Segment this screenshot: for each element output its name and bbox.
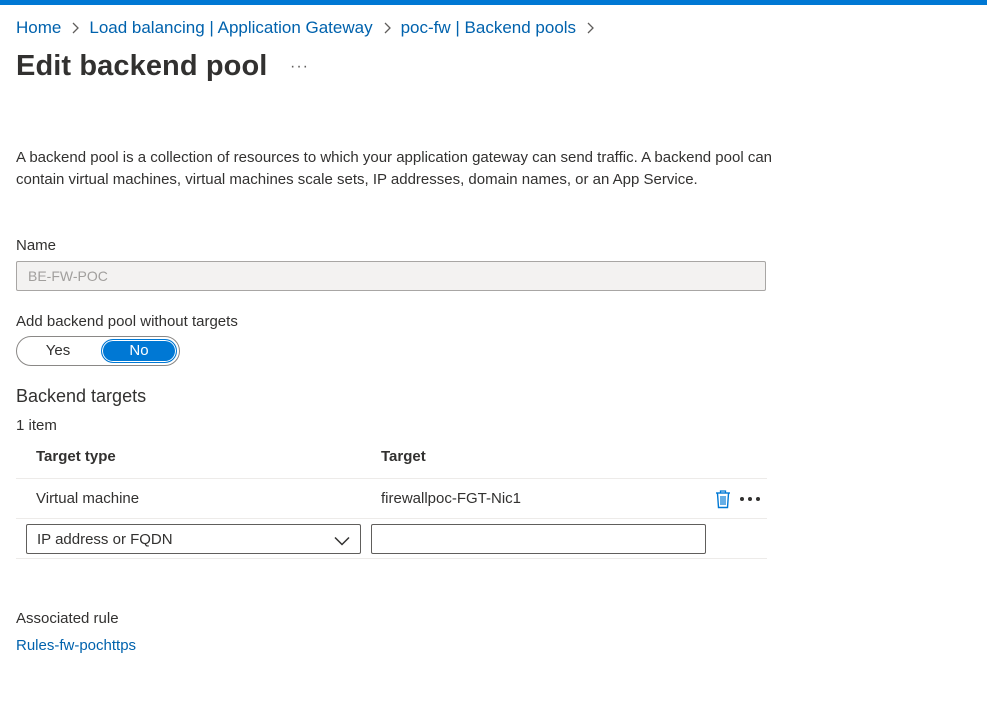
top-accent-bar [0, 0, 987, 5]
trash-icon[interactable] [714, 489, 732, 509]
toggle-no-option[interactable]: No [101, 339, 177, 363]
associated-rule-label: Associated rule [16, 610, 119, 627]
backend-targets-title: Backend targets [16, 386, 147, 406]
target-input[interactable] [371, 524, 706, 554]
breadcrumb-backend-pools[interactable]: poc-fw | Backend pools [401, 18, 576, 38]
breadcrumb: Home Load balancing | Application Gatewa… [16, 17, 604, 39]
page-title: Edit backend pool [16, 50, 268, 82]
chevron-right-icon [576, 18, 604, 38]
chevron-down-icon [334, 533, 350, 550]
column-header-target: Target [381, 448, 426, 465]
description-text: A backend pool is a collection of resour… [16, 149, 773, 188]
without-targets-toggle: Yes No [16, 336, 180, 366]
row-actions [714, 489, 761, 509]
name-input[interactable] [16, 261, 766, 291]
breadcrumb-load-balancing[interactable]: Load balancing | Application Gateway [89, 18, 372, 38]
header-divider [16, 478, 767, 479]
dropdown-selected-value: IP address or FQDN [37, 530, 173, 548]
chevron-right-icon [61, 18, 89, 38]
column-header-target-type: Target type [36, 448, 116, 465]
row-target-type: Virtual machine [36, 490, 140, 507]
chevron-right-icon [373, 18, 401, 38]
row-divider [16, 518, 767, 519]
target-type-dropdown[interactable]: IP address or FQDN [26, 524, 361, 554]
new-row-divider [16, 558, 767, 559]
more-horizontal-icon[interactable] [739, 496, 761, 502]
breadcrumb-home[interactable]: Home [16, 18, 61, 38]
associated-rule-link[interactable]: Rules-fw-pochttps [16, 637, 136, 654]
row-target: firewallpoc-FGT-Nic1 [381, 490, 522, 507]
toggle-yes-option[interactable]: Yes [17, 337, 99, 365]
without-targets-label: Add backend pool without targets [16, 313, 238, 330]
more-options-button[interactable]: ··· [290, 58, 309, 76]
item-count: 1 item [16, 417, 57, 434]
name-label: Name [16, 237, 57, 254]
